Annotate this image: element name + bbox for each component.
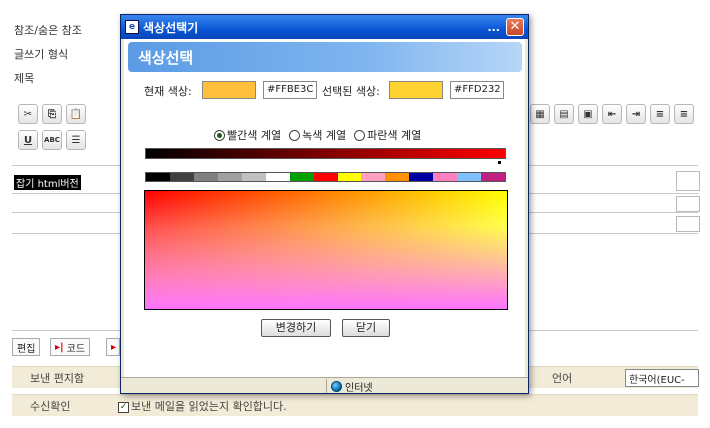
current-color-label: 현재 색상: xyxy=(144,85,192,98)
picker-banner: 색상선택 xyxy=(128,42,522,72)
palette-swatch[interactable] xyxy=(289,173,314,181)
palette-swatch[interactable] xyxy=(146,173,170,181)
copy-icon[interactable]: ⎘ xyxy=(42,104,62,124)
palette-swatch[interactable] xyxy=(193,173,218,181)
language-label: 언어 xyxy=(552,372,573,385)
palette-swatch[interactable] xyxy=(385,173,410,181)
table-icon[interactable]: ▦ xyxy=(530,104,550,124)
sender-editor-label: 보낸 편지함 xyxy=(30,372,85,385)
window-title: 색상선택기 xyxy=(143,20,199,35)
strikethrough-icon[interactable]: ABC xyxy=(42,130,62,150)
radio-button[interactable] xyxy=(289,129,301,141)
underline-icon[interactable]: U xyxy=(18,130,38,150)
tab-more[interactable]: ▸ xyxy=(106,338,120,356)
html-version-label: 잡기 html버전 xyxy=(14,175,81,190)
close-icon[interactable]: ✕ xyxy=(506,18,524,36)
hue-strip-marker xyxy=(498,161,501,164)
palette-swatch[interactable] xyxy=(217,173,242,181)
preset-palette xyxy=(145,172,506,182)
image-icon[interactable]: ▣ xyxy=(578,104,598,124)
zone-label: 인터넷 xyxy=(345,382,373,394)
selected-color-label: 선택된 색상: xyxy=(322,85,380,98)
palette-swatch[interactable] xyxy=(241,173,266,181)
align-left-icon[interactable]: ≡ xyxy=(650,104,670,124)
radio-green-family[interactable]: 녹색 계열 xyxy=(289,127,346,143)
paste-icon[interactable]: 📋 xyxy=(66,104,86,124)
editor-toolbar-right: ▦ ▤ ▣ ⇤ ⇥ ≡ ≡ xyxy=(530,104,694,124)
more-marker-icon: ▸ xyxy=(111,341,117,353)
globe-icon xyxy=(331,380,342,392)
palette-swatch[interactable] xyxy=(409,173,434,181)
field-box[interactable] xyxy=(676,216,700,232)
palette-swatch[interactable] xyxy=(361,173,386,181)
palette-swatch[interactable] xyxy=(337,173,362,181)
security-zone: 인터넷 xyxy=(326,379,373,394)
code-marker-icon: ▸| xyxy=(55,341,64,353)
language-select[interactable]: 한국어(EUC- xyxy=(625,369,699,387)
selected-color-hex[interactable]: #FFD232 xyxy=(450,81,504,99)
palette-swatch[interactable] xyxy=(481,173,506,181)
editor-toolbar-left-row2: U ABC ☰ xyxy=(18,130,86,150)
radio-red-family[interactable]: 빨간색 계열 xyxy=(214,127,281,143)
palette-swatch[interactable] xyxy=(433,173,458,181)
radio-button[interactable] xyxy=(214,129,225,141)
radio-label: 파란색 계열 xyxy=(367,129,422,142)
receipt-row xyxy=(12,394,698,416)
palette-swatch[interactable] xyxy=(169,173,194,181)
palette-swatch[interactable] xyxy=(313,173,338,181)
radio-blue-family[interactable]: 파란색 계열 xyxy=(354,127,421,143)
field-box[interactable] xyxy=(676,196,700,212)
table-props-icon[interactable]: ▤ xyxy=(554,104,574,124)
numbered-list-icon[interactable]: ☰ xyxy=(66,130,86,150)
receipt-label: 수신확인 xyxy=(30,400,71,413)
tab-edit-label: 편집 xyxy=(17,343,36,355)
radio-label: 녹색 계열 xyxy=(302,129,347,142)
color-family-radios: 빨간색 계열 녹색 계열 파란색 계열 xyxy=(214,127,421,143)
palette-swatch[interactable] xyxy=(457,173,482,181)
bg-label-format: 글쓰기 형식 xyxy=(14,48,69,61)
browser-icon: e xyxy=(125,20,139,34)
close-button[interactable]: 닫기 xyxy=(342,319,390,337)
gradient-overlay xyxy=(145,191,507,309)
receipt-option[interactable]: ✓ 보낸 메일을 읽었는지 확인합니다. xyxy=(118,398,287,414)
indent-left-icon[interactable]: ⇤ xyxy=(602,104,622,124)
change-button[interactable]: 변경하기 xyxy=(261,319,331,337)
receipt-text: 보낸 메일을 읽었는지 확인합니다. xyxy=(131,400,287,413)
field-box[interactable] xyxy=(676,171,700,191)
selected-color-swatch xyxy=(389,81,443,99)
radio-button[interactable] xyxy=(354,129,366,141)
color-gradient-area[interactable] xyxy=(144,190,508,310)
window-titlebar[interactable]: e 색상선택기 ... ✕ xyxy=(121,15,528,39)
palette-swatch[interactable] xyxy=(265,173,290,181)
align-right-icon[interactable]: ≡ xyxy=(674,104,694,124)
radio-label: 빨간색 계열 xyxy=(227,129,282,142)
hue-strip[interactable] xyxy=(145,148,506,159)
tab-code[interactable]: ▸| 코드 xyxy=(50,338,91,356)
color-picker-window: e 색상선택기 ... ✕ 색상선택 현재 색상: #FFBE3C 선택된 색상… xyxy=(120,14,529,394)
editor-toolbar-left-row1: ✂ ⎘ 📋 xyxy=(18,104,86,124)
indent-right-icon[interactable]: ⇥ xyxy=(626,104,646,124)
title-ellipsis: ... xyxy=(487,20,500,34)
picker-content: 색상선택 현재 색상: #FFBE3C 선택된 색상: #FFD232 빨간색 … xyxy=(124,39,525,377)
bg-label-subject: 제목 xyxy=(14,72,35,85)
status-bar: 인터넷 xyxy=(121,377,528,394)
bg-label-cc: 참조/숨은 참조 xyxy=(14,24,82,37)
tab-edit[interactable]: 편집 xyxy=(12,338,41,356)
current-color-hex: #FFBE3C xyxy=(263,81,317,99)
tab-code-label: 코드 xyxy=(66,343,86,355)
current-color-swatch xyxy=(202,81,256,99)
cut-icon[interactable]: ✂ xyxy=(18,104,38,124)
receipt-checkbox[interactable]: ✓ xyxy=(118,401,129,413)
